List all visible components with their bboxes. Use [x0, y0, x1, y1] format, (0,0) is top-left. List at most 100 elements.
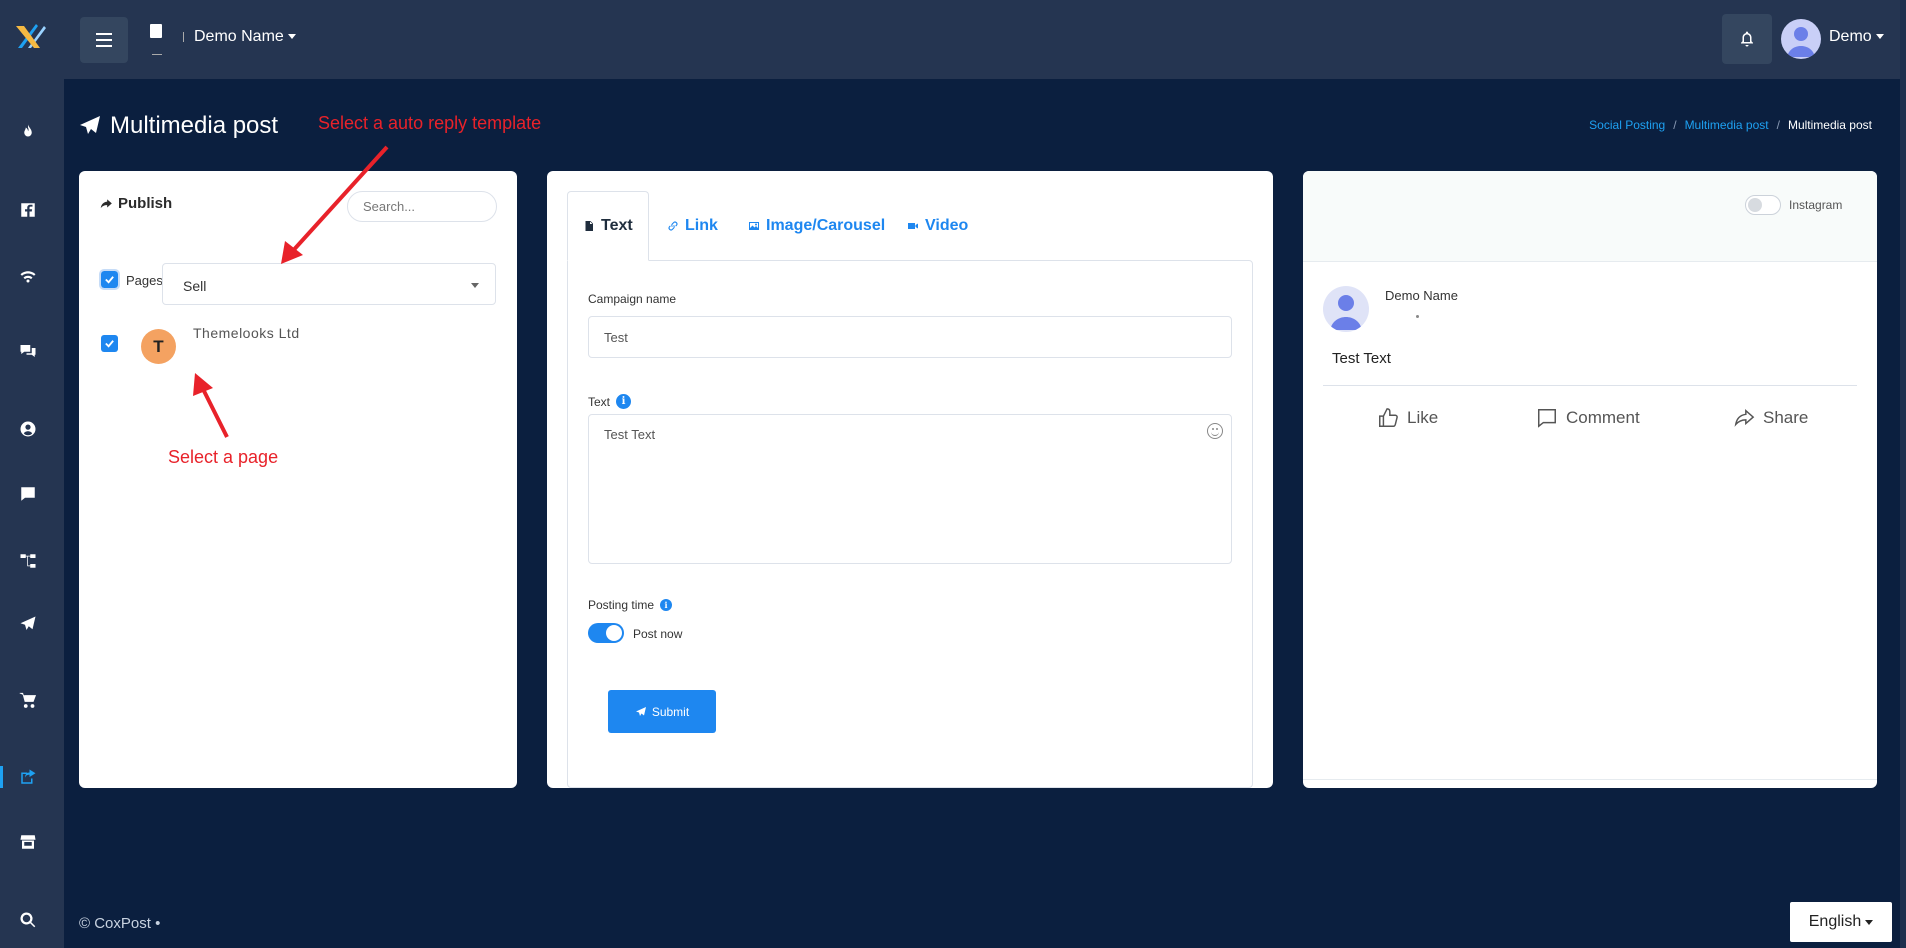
sidebar: [0, 0, 64, 948]
preview-name: Demo Name: [1385, 288, 1458, 303]
chevron-down-icon: [1875, 34, 1884, 40]
preview-text: Test Text: [1332, 350, 1391, 367]
like-label: Like: [1407, 408, 1439, 427]
page-avatar: T: [141, 329, 176, 364]
chevron-down-icon: [1865, 919, 1874, 925]
tab-link[interactable]: Link: [667, 191, 718, 261]
message-icon[interactable]: [16, 482, 40, 506]
file-icon: [585, 221, 593, 231]
chevron-down-icon: [471, 283, 479, 288]
menu-toggle-button[interactable]: [80, 17, 128, 63]
tab-text[interactable]: Text: [567, 191, 649, 261]
search-icon[interactable]: [16, 908, 40, 932]
tab-label: Link: [685, 217, 718, 234]
share-label: Share: [1763, 408, 1809, 427]
sitemap-icon[interactable]: [16, 549, 40, 573]
campaign-name-label: Campaign name: [588, 292, 677, 306]
tab-image-carousel[interactable]: Image/Carousel: [748, 191, 885, 261]
post-now-toggle[interactable]: [588, 623, 624, 643]
submit-button[interactable]: Submit: [608, 690, 716, 733]
bell-icon: [1741, 31, 1753, 47]
post-text-value: Test Text: [604, 427, 656, 442]
check-icon: [105, 276, 114, 284]
paper-plane-icon[interactable]: [16, 612, 40, 636]
hamburger-icon: [96, 31, 112, 49]
brand-name: Demo Name: [194, 28, 284, 45]
preview-footer-divider: [1303, 779, 1877, 780]
fire-icon[interactable]: [16, 120, 40, 144]
chevron-down-icon: [287, 34, 296, 40]
emoji-icon[interactable]: [1207, 423, 1223, 439]
user-menu-dropdown[interactable]: Demo: [1829, 28, 1884, 46]
search-input[interactable]: [347, 191, 497, 222]
sidebar-active-indicator: [0, 766, 3, 788]
text-label: Text i: [588, 394, 632, 409]
facebook-icon[interactable]: [16, 198, 40, 222]
page-title: Multimedia post: [78, 112, 278, 140]
preview-dot: [1416, 315, 1419, 318]
posting-time-label: Posting time i: [588, 598, 673, 612]
instagram-label: Instagram: [1789, 198, 1843, 212]
auto-reply-template-select[interactable]: Sell: [162, 263, 496, 305]
comment-action[interactable]: Comment: [1536, 407, 1640, 429]
wifi-icon[interactable]: [16, 263, 40, 287]
submit-label: Submit: [651, 704, 690, 719]
page-scrollbar[interactable]: [1900, 0, 1906, 948]
breadcrumb-social-posting[interactable]: Social Posting: [1589, 118, 1665, 132]
tab-label: Text: [601, 217, 633, 234]
breadcrumb-separator: /: [1776, 118, 1780, 132]
like-action[interactable]: Like: [1377, 407, 1438, 429]
text-tab-pane: Campaign name Text i Test Text Posting t…: [567, 260, 1253, 788]
notifications-button[interactable]: [1722, 14, 1772, 64]
comment-label: Comment: [1566, 408, 1640, 427]
campaign-name-input[interactable]: [588, 316, 1232, 358]
cart-icon[interactable]: [16, 688, 40, 712]
breadcrumb: Social Posting / Multimedia post / Multi…: [1589, 118, 1872, 132]
share-action[interactable]: Share: [1733, 407, 1808, 429]
preview-header: Instagram: [1303, 171, 1877, 262]
paper-plane-icon: [80, 116, 100, 134]
app-logo[interactable]: [14, 18, 50, 52]
annotation-template-hint: Select a auto reply template: [318, 113, 542, 133]
info-icon[interactable]: i: [660, 599, 673, 611]
tab-label: Image/Carousel: [766, 217, 886, 234]
template-selected-value: Sell: [183, 278, 207, 294]
link-icon: [668, 221, 678, 231]
comment-icon: [1538, 409, 1556, 428]
annotation-page-hint: Select a page: [168, 447, 279, 467]
post-editor-card: Text Link Image/Carousel Video Campaign …: [547, 171, 1273, 788]
breadcrumb-separator: /: [1673, 118, 1677, 132]
user-name: Demo: [1829, 28, 1872, 45]
copyright: © CoxPost •: [79, 915, 161, 932]
image-icon: [749, 222, 759, 230]
check-icon: [105, 340, 114, 348]
brand-thumbnail: [146, 20, 168, 58]
publish-heading: Publish: [99, 195, 172, 212]
user-circle-icon[interactable]: [16, 417, 40, 441]
instagram-toggle[interactable]: [1745, 195, 1781, 215]
comments-icon[interactable]: [16, 339, 40, 363]
store-icon[interactable]: [16, 830, 40, 854]
page-checkbox[interactable]: [101, 335, 118, 352]
info-icon[interactable]: i: [616, 394, 632, 409]
select-all-pages-checkbox[interactable]: [99, 269, 120, 290]
tab-video[interactable]: Video: [907, 191, 968, 261]
language-dropdown[interactable]: English: [1790, 902, 1892, 942]
breadcrumb-current: Multimedia post: [1787, 118, 1872, 132]
brand-dropdown[interactable]: Demo Name: [194, 28, 296, 46]
share-icon: [100, 198, 112, 208]
topbar: Demo Name Demo: [64, 0, 1906, 79]
share-square-icon[interactable]: [16, 765, 40, 789]
preview-avatar: [1323, 286, 1369, 332]
breadcrumb-multimedia-post[interactable]: Multimedia post: [1685, 118, 1769, 132]
pages-label: Pages: [126, 273, 163, 288]
page-name[interactable]: Themelooks Ltd: [193, 325, 300, 341]
preview-card: Instagram Demo Name Test Text Like Comme…: [1303, 171, 1877, 788]
post-type-tabs: Text Link Image/Carousel Video Campaign …: [567, 191, 1253, 788]
post-text-area[interactable]: Test Text: [588, 414, 1232, 564]
tab-label: Video: [925, 217, 969, 234]
preview-divider: [1323, 385, 1857, 386]
user-avatar[interactable]: [1781, 19, 1821, 59]
language-label: English: [1808, 913, 1862, 930]
share-icon: [1734, 409, 1755, 427]
